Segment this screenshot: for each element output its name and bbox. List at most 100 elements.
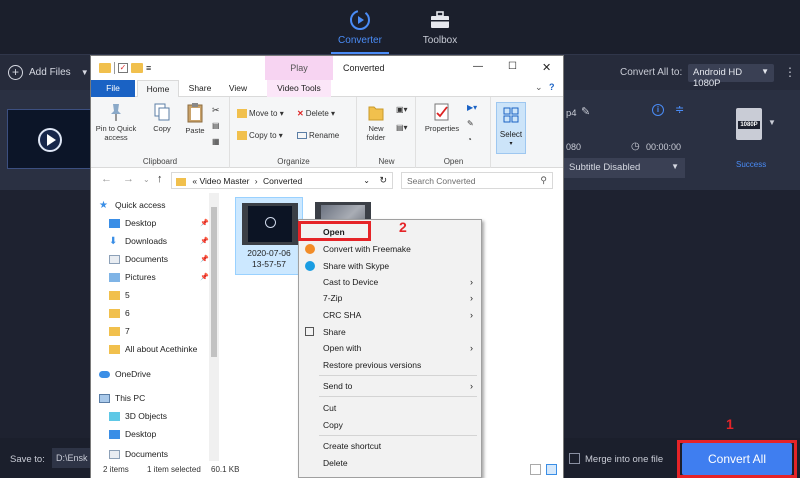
nav-item-all-about[interactable]: All about Acethinke: [109, 344, 209, 354]
menu-item-send-to[interactable]: Send to ›: [299, 378, 481, 394]
rename-button[interactable]: Rename: [297, 131, 339, 140]
menu-item-share-skype[interactable]: Share with Skype: [299, 258, 481, 274]
menu-item-restore-versions[interactable]: Restore previous versions: [299, 357, 481, 373]
properties-button[interactable]: Properties: [421, 102, 463, 133]
info-icon[interactable]: i: [652, 104, 664, 116]
merge-checkbox[interactable]: [569, 453, 580, 464]
scrollbar-thumb[interactable]: [211, 207, 217, 357]
menu-item-create-shortcut[interactable]: Create shortcut: [299, 438, 481, 454]
breadcrumb-video-master[interactable]: Video Master: [199, 176, 249, 186]
menu-item-delete[interactable]: Delete: [299, 455, 481, 471]
menu-item-cast-to-device[interactable]: Cast to Device ›: [299, 274, 481, 290]
up-arrow-icon[interactable]: ↑: [157, 173, 163, 185]
video-file-item[interactable]: 2020-07-06 13-57-57: [235, 197, 303, 275]
close-icon[interactable]: ✕: [542, 61, 551, 74]
menu-item-cut[interactable]: Cut: [299, 400, 481, 416]
help-icon[interactable]: ?: [549, 82, 555, 92]
large-icons-view-icon[interactable]: [546, 464, 557, 475]
details-view-icon[interactable]: [530, 464, 541, 475]
recent-locations-icon[interactable]: ⌄: [143, 175, 150, 184]
new-item-icon[interactable]: ▣▾: [396, 105, 408, 114]
submenu-arrow-icon: ›: [470, 310, 473, 320]
more-icon[interactable]: ⋮: [784, 65, 796, 79]
delete-button[interactable]: ✕ Delete ▾: [297, 109, 335, 118]
tab-converter[interactable]: Converter: [325, 8, 395, 54]
properties-check-icon[interactable]: ✓: [118, 63, 128, 73]
forward-arrow-icon[interactable]: →: [123, 173, 134, 185]
search-input[interactable]: Search Converted ⚲: [401, 172, 553, 189]
refresh-icon[interactable]: ↻: [379, 175, 387, 186]
menu-item-copy[interactable]: Copy: [299, 417, 481, 433]
tab-home[interactable]: Home: [137, 80, 179, 98]
ribbon-group-open: Properties ▶▾ ✎ ◔ Open: [417, 97, 491, 168]
pin-quick-access-button[interactable]: Pin to Quick access: [94, 102, 138, 142]
video-thumbnail[interactable]: [7, 109, 92, 169]
nav-item-pictures[interactable]: Pictures 📌: [109, 272, 209, 282]
chevron-down-icon[interactable]: ⌄: [535, 82, 543, 93]
address-bar[interactable]: « Video Master › Converted ⌄ ↻: [171, 172, 393, 189]
menu-item-crc-sha[interactable]: CRC SHA ›: [299, 307, 481, 323]
menu-item-open[interactable]: Open: [299, 224, 481, 240]
submenu-arrow-icon: ›: [470, 277, 473, 287]
copy-button[interactable]: Copy: [147, 102, 177, 133]
new-folder-button[interactable]: New folder: [362, 102, 390, 142]
tab-file[interactable]: File: [91, 80, 135, 97]
maximize-icon[interactable]: ☐: [508, 61, 517, 72]
tab-video-tools[interactable]: Video Tools: [267, 80, 331, 97]
menu-item-share[interactable]: Share: [299, 324, 481, 340]
nav-label: Downloads: [125, 236, 168, 246]
select-button[interactable]: Select ▾: [496, 102, 526, 154]
new-folder-icon[interactable]: [131, 63, 143, 73]
edit-icon[interactable]: ✎: [467, 119, 474, 128]
nav-item-3d-objects[interactable]: 3D Objects: [109, 411, 219, 421]
chevron-down-icon[interactable]: ▼: [768, 118, 776, 127]
menu-item-7zip[interactable]: 7-Zip ›: [299, 290, 481, 306]
copy-to-button[interactable]: Copy to ▾: [237, 131, 283, 141]
android-format-icon[interactable]: 1080P: [736, 108, 762, 140]
nav-item-quick-access[interactable]: ★ Quick access: [99, 200, 209, 210]
open-icon[interactable]: ▶▾: [467, 103, 477, 112]
play-icon[interactable]: [38, 128, 62, 152]
pin-icon: 📌: [200, 220, 209, 227]
copy-path-icon[interactable]: ▤: [212, 121, 220, 130]
nav-item-folder-6[interactable]: 6: [109, 308, 219, 318]
convert-all-button[interactable]: Convert All: [682, 443, 792, 475]
breadcrumb-converted[interactable]: Converted: [263, 176, 302, 186]
customize-icon[interactable]: ≡: [146, 63, 151, 73]
nav-item-pc-desktop[interactable]: Desktop: [109, 429, 219, 439]
menu-item-open-with[interactable]: Open with ›: [299, 340, 481, 356]
nav-item-this-pc[interactable]: This PC: [99, 393, 209, 403]
nav-item-downloads[interactable]: ⬇ Downloads 📌: [109, 236, 209, 246]
tab-share[interactable]: Share: [181, 80, 219, 97]
tab-view[interactable]: View: [221, 80, 255, 97]
tab-toolbox[interactable]: Toolbox: [405, 8, 475, 46]
ribbon: Pin to Quick access Copy Paste ✂ ▤ ▦ Cli…: [91, 97, 563, 168]
paste-button[interactable]: Paste: [180, 102, 210, 135]
nav-scrollbar[interactable]: [209, 193, 219, 461]
nav-item-desktop[interactable]: Desktop 📌: [109, 218, 209, 228]
menu-item-convert-freemake[interactable]: Convert with Freemake: [299, 241, 481, 257]
nav-item-documents[interactable]: Documents 📌: [109, 254, 209, 264]
status-success: Success: [736, 160, 767, 169]
nav-item-onedrive[interactable]: OneDrive: [99, 369, 209, 379]
easy-access-icon[interactable]: ▤▾: [396, 123, 408, 132]
chevron-down-icon[interactable]: ▼: [81, 68, 89, 77]
output-format-select[interactable]: Android HD 1080P ▼: [688, 64, 774, 89]
back-arrow-icon[interactable]: ←: [101, 173, 112, 185]
minimize-icon[interactable]: —: [473, 61, 483, 72]
trim-icon[interactable]: ≑: [675, 103, 684, 116]
menu-label: Delete: [323, 458, 348, 468]
nav-item-folder-7[interactable]: 7: [109, 326, 219, 336]
paste-shortcut-icon[interactable]: ▦: [212, 137, 220, 146]
nav-label: 7: [125, 326, 130, 336]
move-to-button[interactable]: Move to ▾: [237, 109, 284, 119]
subtitle-select[interactable]: Subtitle Disabled ▼: [563, 158, 685, 178]
chevron-down-icon[interactable]: ⌄: [363, 176, 370, 185]
folder-icon: [109, 326, 120, 336]
nav-item-folder-5[interactable]: 5: [109, 290, 219, 300]
nav-item-pc-documents[interactable]: Documents: [109, 447, 219, 461]
edit-icon[interactable]: ✎: [581, 105, 590, 118]
cut-icon[interactable]: ✂: [212, 105, 220, 116]
add-files-button[interactable]: + Add Files ▼: [8, 65, 89, 80]
history-icon[interactable]: ◔: [467, 135, 472, 144]
